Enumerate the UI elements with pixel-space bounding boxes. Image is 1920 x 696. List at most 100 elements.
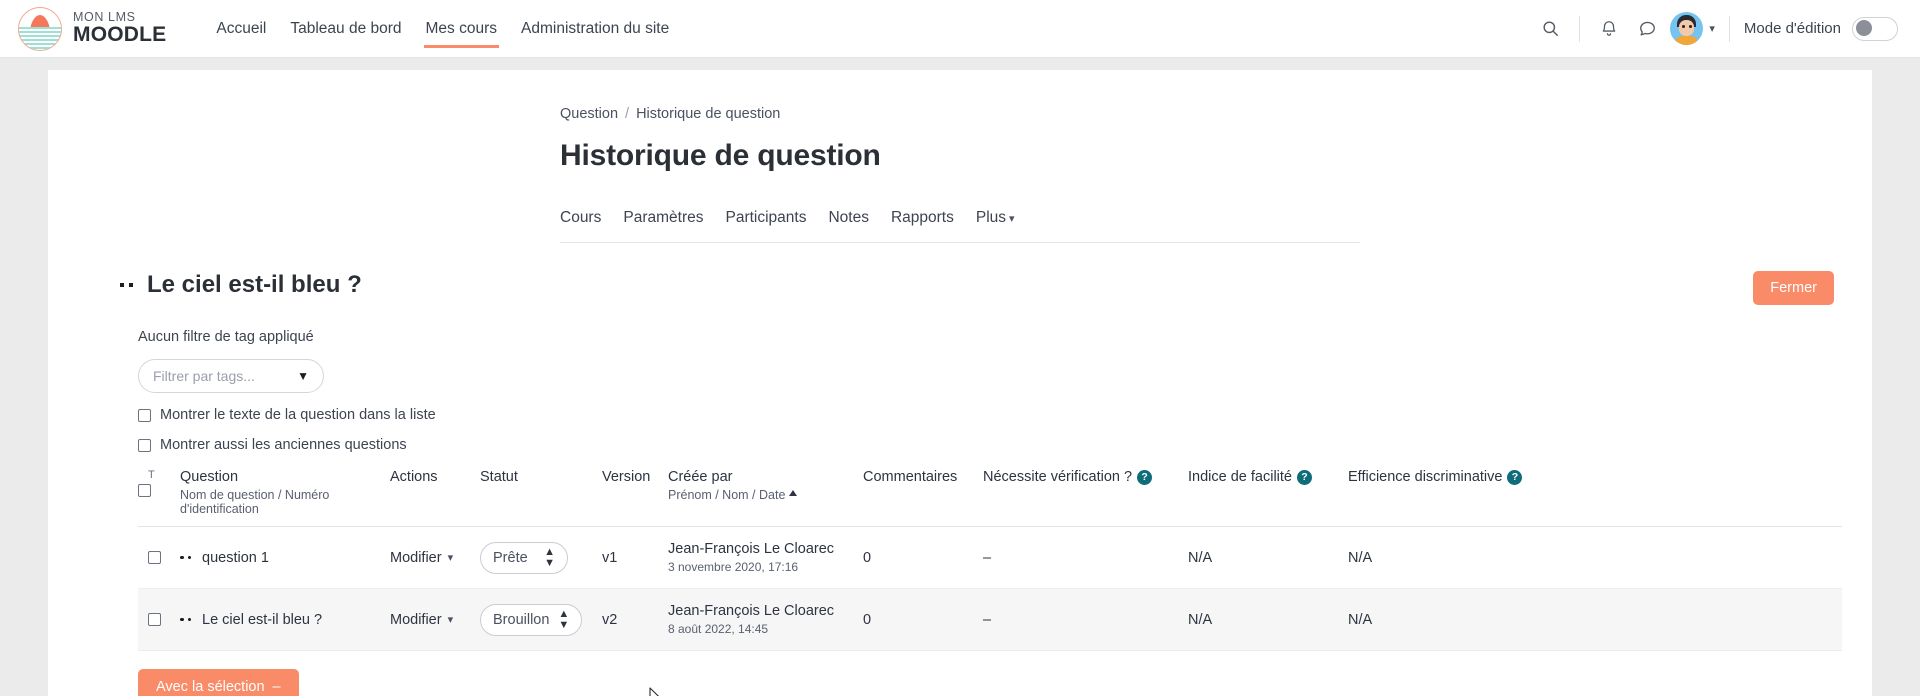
row-question-name[interactable]: question 1 [202, 550, 269, 566]
row-marker-dots-icon [180, 556, 191, 560]
row-efficience-cell: N/A [1348, 527, 1842, 589]
select-all-checkbox[interactable] [138, 484, 151, 497]
status-select[interactable]: Prête ▲▼ [480, 542, 568, 574]
th-necessite-verification-label: Nécessite vérification ? [983, 469, 1132, 485]
th-necessite-verification[interactable]: Nécessite vérification ?? [983, 469, 1188, 527]
brand-logo-link[interactable]: MON LMS MOODLE [18, 7, 166, 51]
help-circle-icon[interactable]: ? [1297, 470, 1312, 485]
th-actions: Actions [390, 469, 480, 527]
search-icon[interactable] [1531, 10, 1569, 48]
sort-ascending-arrow-icon[interactable] [789, 490, 797, 496]
row-question-cell: Le ciel est-il bleu ? [180, 589, 390, 651]
edit-mode-control: Mode d'édition [1744, 17, 1898, 41]
brand-line-2: MOODLE [73, 24, 166, 45]
tab-plus-label: Plus [976, 209, 1006, 226]
th-commentaires[interactable]: Commentaires [863, 469, 983, 527]
th-select-all: T [138, 469, 180, 527]
show-old-questions-checkbox[interactable] [138, 439, 151, 452]
chevron-down-icon: ▾ [1009, 213, 1015, 225]
row-statut-cell: Brouillon ▲▼ [480, 589, 602, 651]
show-question-text-label: Montrer le texte de la question dans la … [160, 407, 436, 423]
row-actions-cell: Modifier ▾ [390, 527, 480, 589]
tab-participants[interactable]: Participants [725, 199, 828, 242]
breadcrumb: Question / Historique de question [560, 106, 1360, 122]
primary-nav: Accueil Tableau de bord Mes cours Admini… [204, 0, 681, 58]
question-title-row: Le ciel est-il bleu ? [68, 271, 1852, 299]
row-version-cell: v2 [602, 589, 668, 651]
brand-wordmark: MON LMS MOODLE [73, 11, 166, 45]
row-select-cell [138, 527, 180, 589]
th-question-label: Question [180, 469, 238, 485]
edit-menu-button[interactable]: Modifier ▾ [390, 550, 453, 566]
th-question[interactable]: Question Nom de question / Numéro d'iden… [180, 469, 390, 527]
page-container: Question / Historique de question Histor… [48, 70, 1872, 696]
tab-parametres[interactable]: Paramètres [623, 199, 725, 242]
user-avatar [1670, 12, 1703, 45]
close-button[interactable]: Fermer [1753, 271, 1834, 305]
chevron-down-icon: ▾ [448, 613, 454, 626]
edit-menu-label: Modifier [390, 550, 442, 566]
updown-arrows-icon: ▲▼ [558, 609, 569, 631]
breadcrumb-separator: / [625, 106, 629, 122]
th-creee-par[interactable]: Créée par Prénom / Nom / Date [668, 469, 863, 527]
row-verification-cell: – [983, 527, 1188, 589]
row-select-checkbox[interactable] [148, 613, 161, 626]
user-menu-button[interactable]: ▾ [1666, 12, 1719, 45]
row-commentaires-cell[interactable]: 0 [863, 589, 983, 651]
tag-filter-status: Aucun filtre de tag appliqué [138, 329, 1852, 345]
navbar-divider-1 [1579, 16, 1580, 42]
th-question-sublabel: Nom de question / Numéro d'identificatio… [180, 488, 376, 516]
edit-mode-label: Mode d'édition [1744, 20, 1841, 37]
edit-menu-button[interactable]: Modifier ▾ [390, 612, 453, 628]
tab-cours[interactable]: Cours [560, 199, 623, 242]
chevron-down-icon: ▾ [448, 551, 454, 564]
table-row: Le ciel est-il bleu ? Modifier ▾ Brouill… [138, 589, 1842, 651]
row-verification-cell: – [983, 589, 1188, 651]
row-efficience-cell: N/A [1348, 589, 1842, 651]
top-navbar: MON LMS MOODLE Accueil Tableau de bord M… [0, 0, 1920, 58]
breadcrumb-item-current: Historique de question [636, 106, 780, 122]
tag-filter-select[interactable]: Filtrer par tags... ▼ [138, 359, 324, 393]
status-select-value: Prête [493, 550, 528, 566]
with-selection-button[interactable]: Avec la sélection– [138, 669, 299, 696]
row-version-cell: v1 [602, 527, 668, 589]
th-efficience-discriminative[interactable]: Efficience discriminative? [1348, 469, 1842, 527]
show-old-questions-label: Montrer aussi les anciennes questions [160, 437, 407, 453]
message-icon[interactable] [1628, 10, 1666, 48]
th-statut[interactable]: Statut [480, 469, 602, 527]
th-creee-par-sublabel: Prénom / Nom / Date [668, 488, 849, 502]
table-header-row: T Question Nom de question / Numéro d'id… [138, 469, 1842, 527]
select-all-marker: T [138, 469, 180, 481]
status-select[interactable]: Brouillon ▲▼ [480, 604, 582, 636]
with-selection-suffix: – [273, 679, 281, 695]
show-question-text-checkbox[interactable] [138, 409, 151, 422]
row-select-checkbox[interactable] [148, 551, 161, 564]
nav-item-administration-du-site[interactable]: Administration du site [509, 0, 681, 58]
bell-icon[interactable] [1590, 10, 1628, 48]
nav-item-accueil[interactable]: Accueil [204, 0, 278, 58]
tab-rapports[interactable]: Rapports [891, 199, 976, 242]
help-circle-icon[interactable]: ? [1507, 470, 1522, 485]
th-efficience-label: Efficience discriminative [1348, 469, 1502, 485]
navbar-divider-2 [1729, 16, 1730, 42]
edit-menu-label: Modifier [390, 612, 442, 628]
page-header-column: Question / Historique de question Histor… [560, 70, 1360, 243]
row-question-name[interactable]: Le ciel est-il bleu ? [202, 612, 322, 628]
tab-plus[interactable]: Plus▾ [976, 199, 1037, 242]
row-indice-cell: N/A [1188, 527, 1348, 589]
th-version[interactable]: Version [602, 469, 668, 527]
row-creator-name: Jean-François Le Cloarec [668, 540, 849, 558]
status-select-value: Brouillon [493, 612, 549, 628]
th-indice-facilite[interactable]: Indice de facilité? [1188, 469, 1348, 527]
nav-item-mes-cours[interactable]: Mes cours [414, 0, 510, 58]
tab-notes[interactable]: Notes [828, 199, 891, 242]
breadcrumb-item-question[interactable]: Question [560, 106, 618, 122]
with-selection-label: Avec la sélection [156, 679, 265, 695]
row-creator-cell: Jean-François Le Cloarec 3 novembre 2020… [668, 527, 863, 589]
row-commentaires-cell[interactable]: 0 [863, 527, 983, 589]
nav-item-tableau-de-bord[interactable]: Tableau de bord [278, 0, 413, 58]
row-indice-cell: N/A [1188, 589, 1348, 651]
row-creator-name: Jean-François Le Cloarec [668, 602, 849, 620]
help-circle-icon[interactable]: ? [1137, 470, 1152, 485]
edit-mode-toggle[interactable] [1852, 17, 1898, 41]
